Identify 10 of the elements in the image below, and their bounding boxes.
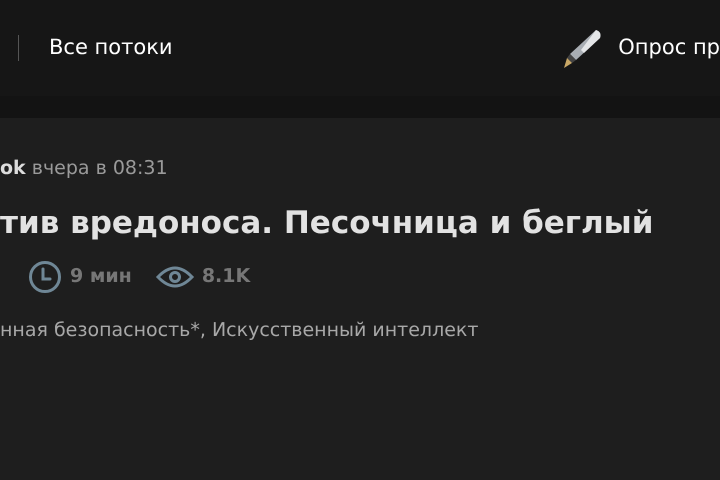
hub-list: нная безопасность*, Искусственный интеллект (0, 318, 478, 341)
publish-time: вчера в 08:31 (32, 157, 168, 179)
article-title[interactable]: тив вредоноса. Песочница и беглый (0, 204, 720, 242)
poll-link[interactable]: Опрос пр (618, 32, 720, 64)
view-count: 8.1K (202, 264, 250, 290)
clock-icon (28, 260, 62, 294)
eye-icon (156, 264, 194, 290)
author-link[interactable]: ok (0, 157, 26, 179)
nav-link[interactable]: Все потоки (49, 32, 173, 64)
reading-time: 9 мин (70, 264, 132, 290)
